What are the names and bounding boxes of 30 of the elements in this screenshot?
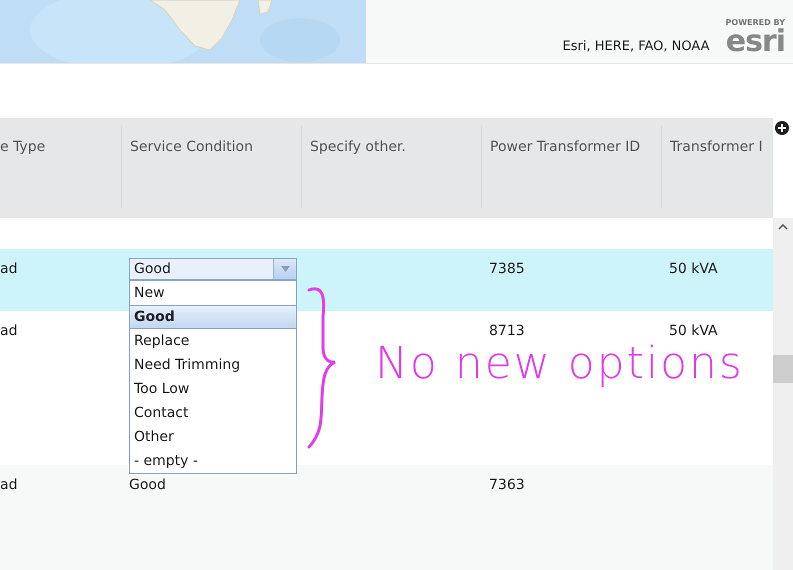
scrollbar-thumb[interactable]: [773, 355, 793, 383]
esri-logo: POWERED BY esri: [726, 19, 785, 57]
column-header[interactable]: e Type: [0, 136, 46, 159]
dropdown-option[interactable]: Other: [130, 425, 296, 449]
dropdown-option[interactable]: Good: [130, 305, 296, 329]
scrollbar[interactable]: [773, 218, 793, 570]
table-cell: ad: [0, 261, 18, 277]
table-cell: ad: [0, 323, 18, 339]
column-header[interactable]: Power Transformer ID: [490, 136, 640, 159]
table-cell: 50 kVA: [669, 261, 718, 277]
column-header[interactable]: Transformer I: [670, 136, 763, 159]
table-cell: 7363: [489, 477, 525, 493]
column-header[interactable]: Service Condition: [130, 136, 253, 159]
column-header[interactable]: Specify other.: [310, 136, 406, 159]
dropdown-arrow-icon: [280, 266, 290, 272]
table-cell: 50 kVA: [669, 323, 718, 339]
dropdown-option[interactable]: Need Trimming: [130, 353, 296, 377]
scroll-up-icon[interactable]: [778, 224, 788, 230]
table-cell: ad: [0, 477, 18, 493]
table-cell: 8713: [489, 323, 525, 339]
dropdown-option[interactable]: Too Low: [130, 377, 296, 401]
handwritten-note: No new options: [375, 338, 744, 389]
dropdown-option[interactable]: Replace: [130, 329, 296, 353]
table-cell: 7385: [489, 261, 525, 277]
add-icon[interactable]: [775, 121, 789, 135]
table-cell: Good: [129, 477, 166, 493]
dropdown-option[interactable]: New: [130, 281, 296, 305]
condition-select[interactable]: Good: [129, 258, 297, 280]
map-attribution: Esri, HERE, FAO, NOAA: [560, 39, 712, 54]
dropdown-option[interactable]: Contact: [130, 401, 296, 425]
